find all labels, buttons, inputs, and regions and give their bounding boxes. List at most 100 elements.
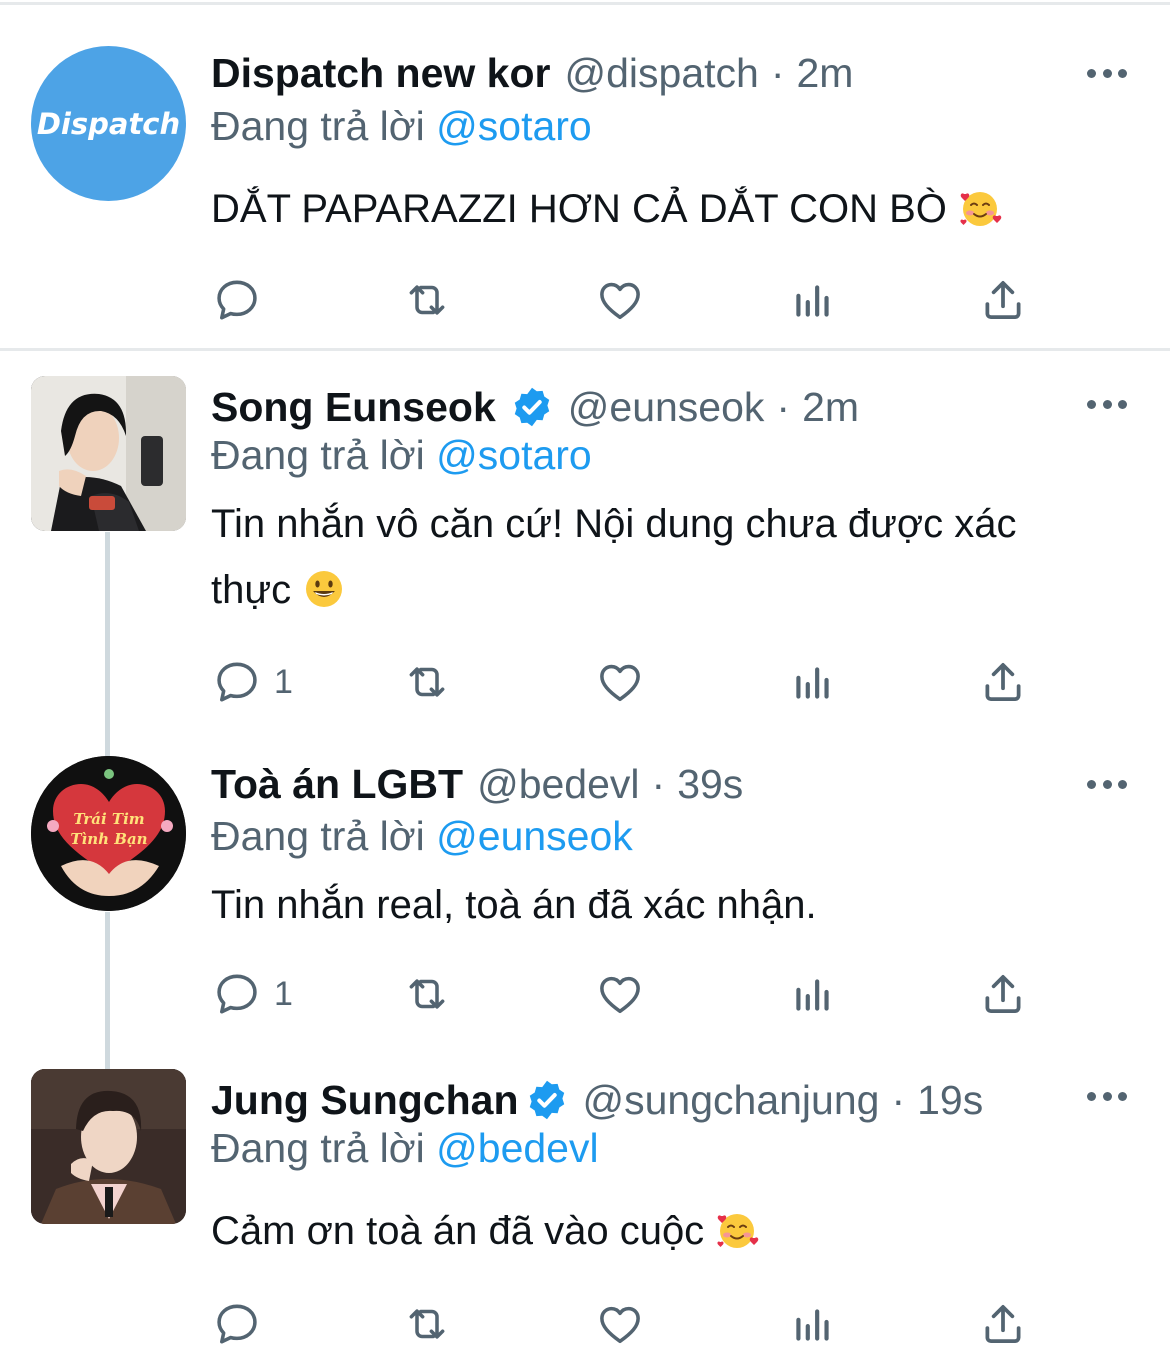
share-button[interactable]	[978, 654, 1028, 710]
display-name[interactable]: Toà án LGBT	[211, 761, 463, 808]
retweet-icon	[402, 275, 452, 325]
like-icon	[595, 657, 645, 707]
verified-badge-icon	[510, 385, 554, 429]
timestamp[interactable]: 2m	[802, 384, 859, 431]
like-icon	[595, 275, 645, 325]
handle[interactable]: @eunseok	[568, 384, 765, 431]
views-icon	[788, 969, 838, 1019]
avatar-photo	[31, 1069, 186, 1224]
views-button[interactable]	[788, 654, 838, 710]
replying-to-label: Đang trả lời	[211, 813, 425, 859]
views-button[interactable]	[788, 272, 838, 328]
retweet-icon	[402, 657, 452, 707]
reply-button[interactable]	[212, 1296, 274, 1352]
more-icon[interactable]	[1087, 384, 1127, 424]
display-name[interactable]: Dispatch new kor	[211, 50, 550, 97]
more-icon[interactable]	[1087, 53, 1127, 93]
retweet-icon	[402, 969, 452, 1019]
tweet-text: Tin nhắn vô căn cứ! Nội dung chưa được x…	[211, 491, 1101, 623]
reply-button[interactable]: 1	[212, 654, 293, 710]
retweet-button[interactable]	[402, 966, 452, 1022]
action-bar: 1	[0, 966, 1170, 1022]
reply-count: 1	[274, 974, 293, 1013]
reply-count: 1	[274, 662, 293, 701]
avatar-text-line2: Tình Bạn	[70, 830, 147, 848]
share-icon	[978, 657, 1028, 707]
avatar-eunseok[interactable]	[31, 376, 186, 531]
reply-icon	[212, 969, 262, 1019]
handle[interactable]: @bedevl	[477, 761, 639, 808]
avatar-sungchanjung[interactable]	[31, 1069, 186, 1224]
avatar-photo: Trái Tim Tình Bạn	[31, 756, 186, 911]
reply-icon	[212, 275, 262, 325]
share-icon	[978, 275, 1028, 325]
thread-line	[105, 532, 110, 756]
views-button[interactable]	[788, 966, 838, 1022]
share-button[interactable]	[978, 1296, 1028, 1352]
replying-to-label: Đang trả lời	[211, 432, 425, 478]
action-bar: 1	[0, 654, 1170, 710]
replying-to-label: Đang trả lời	[211, 1125, 425, 1171]
action-bar	[0, 272, 1170, 328]
display-name[interactable]: Song Eunseok	[211, 384, 496, 431]
smiling-face-with-hearts-icon	[958, 186, 1002, 230]
replying-to-mention[interactable]: @eunseok	[436, 813, 633, 859]
tweet-text: Tin nhắn real, toà án đã xác nhận.	[211, 872, 1121, 938]
replying-to: Đang trả lời @eunseok	[211, 810, 633, 862]
replying-to-mention[interactable]: @bedevl	[436, 1125, 598, 1171]
views-icon	[788, 275, 838, 325]
avatar-photo	[31, 376, 186, 531]
action-bar	[0, 1296, 1170, 1352]
like-button[interactable]	[595, 966, 645, 1022]
replying-to: Đang trả lời @bedevl	[211, 1122, 599, 1174]
reply-icon	[212, 657, 262, 707]
avatar-bedevl[interactable]: Trái Tim Tình Bạn	[31, 756, 186, 911]
replying-to-mention[interactable]: @sotaro	[436, 103, 592, 149]
views-button[interactable]	[788, 1296, 838, 1352]
like-button[interactable]	[595, 272, 645, 328]
avatar-text-line1: Trái Tim	[73, 810, 144, 828]
retweet-button[interactable]	[402, 272, 452, 328]
more-icon[interactable]	[1087, 1076, 1127, 1116]
like-icon	[595, 969, 645, 1019]
grinning-face-icon	[302, 567, 346, 611]
share-button[interactable]	[978, 966, 1028, 1022]
tweet-text-content: DẮT PAPARAZZI HƠN CẢ DẮT CON BÒ	[211, 187, 947, 231]
replying-to-label: Đang trả lời	[211, 103, 425, 149]
separator-dot: ·	[776, 383, 791, 430]
replying-to-mention[interactable]: @sotaro	[436, 432, 592, 478]
views-icon	[788, 657, 838, 707]
reply-icon	[212, 1299, 262, 1349]
share-button[interactable]	[978, 272, 1028, 328]
tweet-text-content: Cảm ơn toà án đã vào cuộc	[211, 1209, 705, 1253]
separator-dot: ·	[651, 760, 666, 807]
like-button[interactable]	[595, 654, 645, 710]
tweet-text-content: Tin nhắn real, toà án đã xác nhận.	[211, 883, 817, 927]
views-icon	[788, 1299, 838, 1349]
replying-to: Đang trả lời @sotaro	[211, 100, 592, 152]
handle[interactable]: @dispatch	[564, 50, 758, 97]
top-divider	[0, 2, 1170, 5]
like-button[interactable]	[595, 1296, 645, 1352]
retweet-button[interactable]	[402, 1296, 452, 1352]
verified-badge-icon	[525, 1078, 569, 1122]
more-icon[interactable]	[1087, 764, 1127, 804]
display-name[interactable]: Jung Sungchan	[211, 1077, 519, 1124]
timestamp[interactable]: 19s	[917, 1077, 983, 1124]
retweet-icon	[402, 1299, 452, 1349]
tweet-text: DẮT PAPARAZZI HƠN CẢ DẮT CON BÒ	[211, 176, 1121, 242]
smiling-face-with-hearts-icon	[715, 1208, 759, 1252]
handle[interactable]: @sungchanjung	[583, 1077, 880, 1124]
reply-button[interactable]	[212, 272, 274, 328]
share-icon	[978, 1299, 1028, 1349]
reply-button[interactable]: 1	[212, 966, 293, 1022]
separator-dot: ·	[770, 49, 785, 96]
share-icon	[978, 969, 1028, 1019]
retweet-button[interactable]	[402, 654, 452, 710]
timestamp[interactable]: 39s	[677, 761, 743, 808]
avatar-logo-text: Dispatch	[36, 106, 181, 141]
separator-dot: ·	[891, 1076, 906, 1123]
avatar-dispatch[interactable]: Dispatch	[31, 46, 186, 201]
replying-to: Đang trả lời @sotaro	[211, 429, 592, 481]
timestamp[interactable]: 2m	[796, 50, 853, 97]
